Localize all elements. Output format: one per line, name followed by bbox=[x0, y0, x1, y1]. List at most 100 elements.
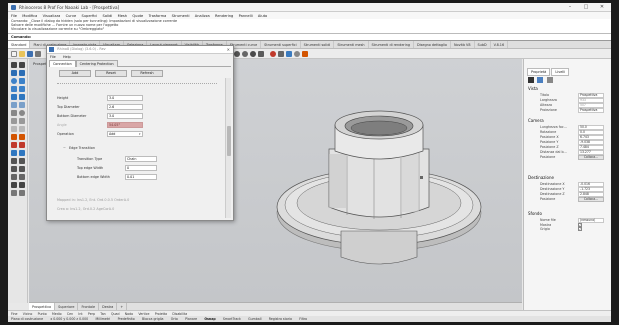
freeform-icon[interactable] bbox=[19, 94, 25, 100]
menu-transform[interactable]: Trasforma bbox=[149, 14, 167, 18]
gray-checkbox[interactable]: ✓ bbox=[578, 227, 582, 231]
projection-select[interactable]: Prospettiva bbox=[578, 108, 604, 113]
trim-icon[interactable] bbox=[19, 134, 25, 140]
tab-properties[interactable]: Proprietà bbox=[527, 68, 551, 76]
toggle-record-history[interactable]: Registra storia bbox=[269, 317, 292, 321]
display-props-icon[interactable] bbox=[537, 77, 544, 83]
circle-icon[interactable] bbox=[11, 78, 17, 84]
subd-icon[interactable] bbox=[19, 126, 25, 132]
collapse-icon[interactable]: − bbox=[63, 146, 66, 150]
tab-connection[interactable]: Connection bbox=[49, 60, 76, 67]
array-icon[interactable] bbox=[19, 174, 25, 180]
toolbar-tab[interactable]: Novità V8 bbox=[451, 41, 475, 48]
scale-icon[interactable] bbox=[19, 166, 25, 172]
text-icon[interactable] bbox=[19, 182, 25, 188]
dialog-title-bar[interactable]: Rhino8 (Dialog) (3.6.0) - Rev ✕ bbox=[47, 46, 233, 54]
grid-icon[interactable] bbox=[278, 51, 284, 57]
line-icon[interactable] bbox=[11, 70, 17, 76]
operation-select[interactable]: Add bbox=[107, 131, 143, 137]
surface-icon[interactable] bbox=[11, 102, 17, 108]
material-icon[interactable] bbox=[302, 51, 308, 57]
dialog-scrollbar[interactable] bbox=[225, 78, 231, 218]
scroll-thumb[interactable] bbox=[227, 126, 231, 156]
minimize-button[interactable]: – bbox=[563, 4, 577, 11]
toolbar-tab[interactable]: V.8.16 bbox=[491, 41, 509, 48]
menu-file[interactable]: File bbox=[11, 14, 17, 18]
toolbar-tab[interactable]: Disegno dettaglio bbox=[414, 41, 451, 48]
toolbar-tab[interactable]: SubD bbox=[475, 41, 491, 48]
bottom-diameter-input[interactable]: 3.0 bbox=[107, 113, 143, 119]
menu-edit[interactable]: Modifica bbox=[22, 14, 37, 18]
pan-icon[interactable] bbox=[234, 51, 240, 57]
toolbar-tab[interactable]: Strumenti di rendering bbox=[369, 41, 415, 48]
top-edge-width-input[interactable]: 0 bbox=[125, 165, 157, 171]
toolbar-tab[interactable]: Standard bbox=[8, 41, 31, 48]
save-icon[interactable] bbox=[27, 51, 33, 57]
curve-icon[interactable] bbox=[11, 94, 17, 100]
menu-analyze[interactable]: Analizza bbox=[195, 14, 210, 18]
dialog-menu-help[interactable]: Help bbox=[63, 55, 71, 59]
menu-solid[interactable]: Solidi bbox=[103, 14, 113, 18]
tab-layers[interactable]: Livelli bbox=[551, 68, 570, 76]
layer-icon[interactable] bbox=[286, 51, 292, 57]
menu-mesh[interactable]: Mesh bbox=[118, 14, 127, 18]
reset-button[interactable]: Reset bbox=[95, 70, 127, 77]
light-icon[interactable] bbox=[294, 51, 300, 57]
toggle-planar[interactable]: Planare bbox=[185, 317, 197, 321]
dimension-icon[interactable] bbox=[11, 182, 17, 188]
toggle-osnap[interactable]: Osnap bbox=[204, 317, 215, 321]
viewport-props-icon[interactable] bbox=[528, 77, 534, 83]
maximize-button[interactable]: □ bbox=[579, 4, 593, 11]
copy-icon[interactable] bbox=[19, 158, 25, 164]
dialog-menu-file[interactable]: File bbox=[50, 55, 56, 59]
status-cplane[interactable]: Piano di costruzione bbox=[11, 317, 43, 321]
join-icon[interactable] bbox=[19, 142, 25, 148]
rotate-view-icon[interactable] bbox=[242, 51, 248, 57]
rectangle-icon[interactable] bbox=[11, 86, 17, 92]
render-sphere-icon[interactable] bbox=[270, 51, 276, 57]
box-icon[interactable] bbox=[11, 110, 17, 116]
add-button[interactable]: Add bbox=[59, 70, 91, 77]
command-line[interactable]: Comando: bbox=[8, 34, 611, 41]
transition-type-select[interactable]: Chain bbox=[125, 156, 157, 162]
menu-curve[interactable]: Curve bbox=[66, 14, 77, 18]
toolbar-tab[interactable]: Strumenti superfici bbox=[261, 41, 301, 48]
polygon-icon[interactable] bbox=[19, 86, 25, 92]
split-icon[interactable] bbox=[11, 142, 17, 148]
loft-icon[interactable] bbox=[19, 102, 25, 108]
top-diameter-input[interactable]: 2.6 bbox=[107, 104, 143, 110]
camera-props-icon[interactable] bbox=[546, 77, 553, 83]
menu-view[interactable]: Visualizza bbox=[43, 14, 61, 18]
toolbar-tab[interactable]: Strumenti solidi bbox=[301, 41, 335, 48]
toggle-gumball[interactable]: Gumball bbox=[248, 317, 261, 321]
toggle-ortho[interactable]: Orto bbox=[171, 317, 178, 321]
refresh-button[interactable]: Refresh bbox=[131, 70, 163, 77]
dialog-close-icon[interactable]: ✕ bbox=[227, 47, 230, 52]
polyline-icon[interactable] bbox=[19, 70, 25, 76]
toolbar-tab[interactable]: Strumenti mesh bbox=[334, 41, 369, 48]
new-file-icon[interactable] bbox=[11, 51, 17, 57]
close-button[interactable]: ✕ bbox=[595, 4, 609, 11]
sphere-icon[interactable] bbox=[19, 110, 25, 116]
toggle-smarttrack[interactable]: SmartTrack bbox=[223, 317, 241, 321]
menu-dimension[interactable]: Quote bbox=[132, 14, 143, 18]
zoom-icon[interactable] bbox=[250, 51, 256, 57]
status-layer[interactable]: Predefinito bbox=[118, 317, 135, 321]
analyze-icon[interactable] bbox=[11, 190, 17, 196]
extrude-icon[interactable] bbox=[19, 118, 25, 124]
menu-panels[interactable]: Pannelli bbox=[239, 14, 253, 18]
group-icon[interactable] bbox=[19, 150, 25, 156]
toggle-filter[interactable]: Filtro bbox=[299, 317, 307, 321]
zoom-extents-icon[interactable] bbox=[258, 51, 264, 57]
rotate-icon[interactable] bbox=[11, 166, 17, 172]
chevron-down-icon[interactable]: ▾ bbox=[139, 132, 141, 136]
menu-render[interactable]: Rendering bbox=[215, 14, 233, 18]
menu-tools[interactable]: Strumenti bbox=[172, 14, 190, 18]
mirror-icon[interactable] bbox=[11, 174, 17, 180]
menu-help[interactable]: Aiuto bbox=[258, 14, 267, 18]
menu-surface[interactable]: Superfici bbox=[81, 14, 97, 18]
arc-icon[interactable] bbox=[19, 78, 25, 84]
toggle-grid-snap[interactable]: Blocca griglia bbox=[142, 317, 163, 321]
height-input[interactable]: 3.0 bbox=[107, 95, 143, 101]
fillet-icon[interactable] bbox=[11, 134, 17, 140]
